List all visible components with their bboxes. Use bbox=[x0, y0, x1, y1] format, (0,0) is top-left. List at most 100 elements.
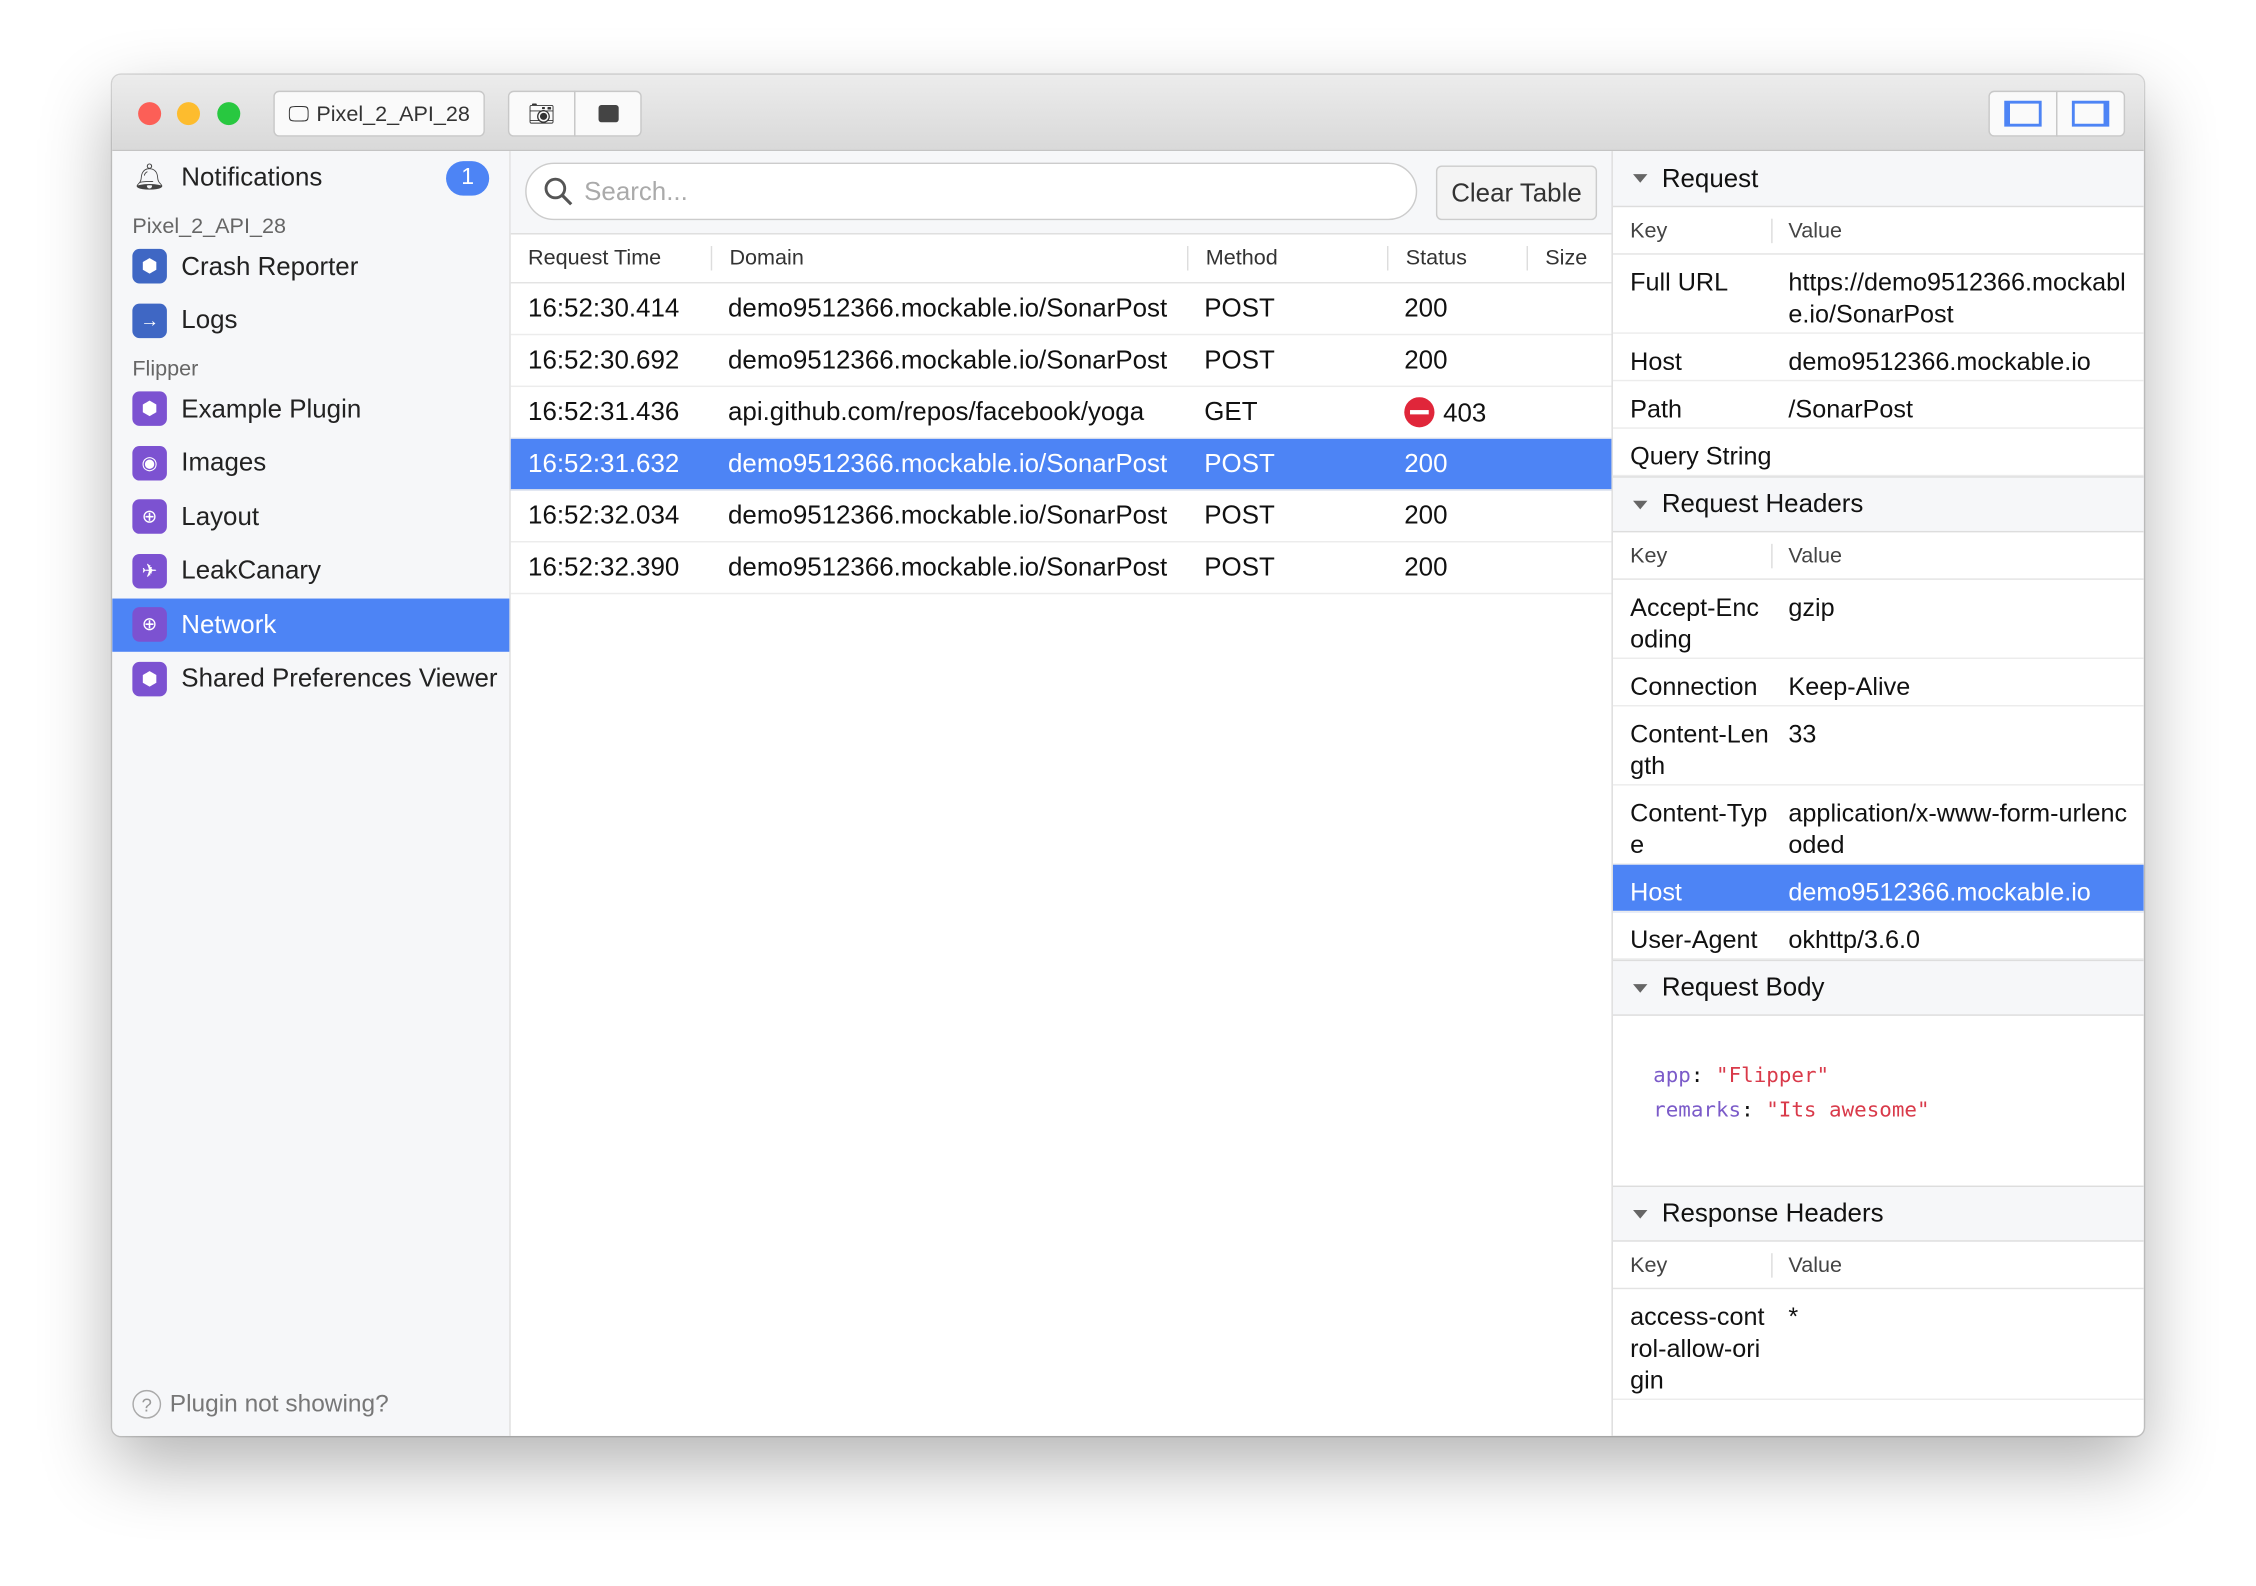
kv-row[interactable]: Host demo9512366.mockable.io bbox=[1612, 334, 2144, 382]
right-sidebar-icon bbox=[2071, 100, 2110, 127]
table-header: Request Time Domain Method Status Size bbox=[510, 235, 1612, 284]
section-request_headers[interactable]: Request Headers bbox=[1612, 476, 2144, 533]
cube-icon: ⬢ bbox=[132, 391, 167, 427]
request-details-panel: Request Key Value Full URL https://demo95123… bbox=[1611, 151, 2144, 1436]
globe-icon: ⊕ bbox=[132, 607, 167, 643]
sidebar-group-title: Flipper bbox=[132, 356, 199, 381]
section-response_headers[interactable]: Response Headers bbox=[1612, 1185, 2144, 1242]
column-header-size[interactable]: Size bbox=[1526, 246, 1612, 271]
kv-row[interactable]: Path/SonarPost bbox=[1612, 381, 2144, 429]
table-cell: demo9512366.mockable.io/SonarPost bbox=[728, 448, 1168, 478]
sidebar-item-leakcanary[interactable]: ✈ LeakCanary bbox=[112, 544, 509, 598]
search-input[interactable] bbox=[584, 176, 1390, 207]
sidebar-item-shared-preferences-viewer[interactable]: ⬢ Shared Preferences Viewer bbox=[112, 652, 509, 706]
sidebar-item-images[interactable]: ◉ Images bbox=[112, 436, 509, 490]
error-icon bbox=[1404, 396, 1435, 427]
toggle-right-sidebar-button[interactable] bbox=[2056, 90, 2126, 137]
table-row[interactable]: 16:52:30.692 demo9512366.mockable.io/Sona… bbox=[510, 335, 1612, 388]
plugin-not-showing-link[interactable]: ? Plugin not showing? bbox=[132, 1389, 389, 1419]
table-cell: demo9512366.mockable.io/SonarPost bbox=[728, 500, 1168, 530]
left-sidebar-icon bbox=[2004, 100, 2042, 127]
request-body: app: "Flipper" remarks: "Its awesome" bbox=[1653, 1064, 1930, 1123]
table-cell: 200 bbox=[1404, 552, 1448, 582]
table-cell: 200 bbox=[1404, 293, 1448, 323]
table-cell: 16:52:32.034 bbox=[528, 500, 680, 530]
sidebar-item-network[interactable]: ⊕ Network bbox=[112, 597, 510, 652]
sidebar-item-example-plugin[interactable]: ⬢ Example Plugin bbox=[112, 382, 509, 436]
table-row[interactable]: 16:52:31.632 demo9512366.mockable.io/Sona… bbox=[510, 438, 1612, 491]
search-icon bbox=[544, 177, 573, 206]
key-header: Key bbox=[1613, 217, 1773, 243]
column-header-method[interactable]: Method bbox=[1187, 246, 1387, 271]
clear-table-button[interactable]: Clear Table bbox=[1435, 165, 1598, 221]
kv-row[interactable]: access-control-allow-origin * bbox=[1612, 1289, 2144, 1400]
value-header: Value bbox=[1788, 1252, 1843, 1277]
table-cell: GET bbox=[1204, 397, 1258, 426]
search-field[interactable] bbox=[525, 162, 1418, 221]
sidebar-item-logs[interactable]: → Logs bbox=[112, 294, 509, 348]
camera-icon: 📷︎ bbox=[527, 102, 556, 127]
table-cell: 16:52:31.436 bbox=[528, 397, 680, 426]
notification-badge: 1 bbox=[446, 160, 490, 196]
monitor-icon: 🖵 bbox=[288, 101, 310, 126]
section-request-body[interactable]: Request Body bbox=[1612, 959, 2144, 1016]
key-header: Key bbox=[1613, 1252, 1773, 1277]
table-row[interactable]: 16:52:30.414 demo9512366.mockable.io/Sona… bbox=[510, 283, 1612, 336]
kv-row[interactable]: Host demo9512366.mockable.io bbox=[1612, 864, 2144, 913]
kv-row[interactable]: Content-Length 33 bbox=[1612, 706, 2144, 786]
table-cell: POST bbox=[1204, 552, 1275, 582]
device-selector[interactable]: 🖵 Pixel_2_API_28 bbox=[273, 90, 485, 137]
video-camera-icon bbox=[597, 105, 618, 123]
value-header: Value bbox=[1788, 217, 1843, 243]
table-row[interactable]: 16:52:32.034 demo9512366.mockable.io/Sona… bbox=[510, 491, 1612, 543]
toggle-left-sidebar-button[interactable] bbox=[1988, 90, 2058, 137]
table-cell: 16:52:30.692 bbox=[528, 345, 680, 375]
cube-icon: ⬢ bbox=[132, 249, 167, 284]
value-header: Value bbox=[1788, 543, 1843, 568]
kv-row[interactable]: Full URL https://demo9512366.mockable.io/… bbox=[1612, 255, 2144, 334]
table-cell: 16:52:31.632 bbox=[528, 448, 680, 478]
minimize-button[interactable] bbox=[176, 102, 200, 126]
flipper-window: 🖵 Pixel_2_API_28 📷︎ 🔔︎ Notifications 1 Pi… bbox=[112, 74, 2144, 1436]
table-cell: api.github.com/repos/facebook/yoga bbox=[728, 397, 1145, 426]
column-header-domain[interactable]: Domain bbox=[710, 246, 1187, 271]
target-icon: ⊕ bbox=[132, 499, 167, 535]
table-cell: 403 bbox=[1387, 396, 1527, 428]
sidebar: 🔔︎ Notifications 1 Pixel_2_API_28 ⬢ Crash … bbox=[112, 151, 511, 1436]
table-cell: 200 bbox=[1404, 448, 1448, 478]
zoom-button[interactable] bbox=[217, 102, 241, 126]
table-cell: 200 bbox=[1404, 500, 1448, 530]
table-row[interactable]: 16:52:32.390 demo9512366.mockable.io/Sona… bbox=[510, 542, 1612, 595]
kv-row[interactable]: Query String bbox=[1612, 429, 2144, 477]
bird-icon: ✈ bbox=[132, 553, 167, 589]
close-button[interactable] bbox=[138, 102, 162, 126]
table-cell: 200 bbox=[1404, 345, 1448, 375]
kv-row[interactable]: Connection Keep-Alive bbox=[1612, 659, 2144, 707]
table-cell: demo9512366.mockable.io/SonarPost bbox=[728, 345, 1168, 375]
table-row[interactable]: 16:52:31.436 api.github.com/repos/faceboo… bbox=[510, 387, 1612, 439]
titlebar: 🖵 Pixel_2_API_28 📷︎ bbox=[112, 74, 2144, 152]
caret-down-icon bbox=[1633, 983, 1648, 993]
table-cell: POST bbox=[1204, 293, 1275, 323]
table-cell: POST bbox=[1204, 345, 1275, 375]
cube-icon: ⬢ bbox=[132, 661, 167, 697]
kv-row[interactable]: User-Agent okhttp/3.6.0 bbox=[1612, 912, 2144, 960]
screenshot-button[interactable]: 📷︎ bbox=[507, 90, 576, 137]
column-header-status[interactable]: Status bbox=[1387, 246, 1527, 271]
key-header: Key bbox=[1613, 543, 1773, 568]
bell-icon: 🔔︎ bbox=[133, 162, 167, 192]
sidebar-item-notifications[interactable]: 🔔︎ Notifications 1 bbox=[112, 151, 509, 205]
section-request[interactable]: Request bbox=[1612, 151, 2144, 208]
kv-row[interactable]: Content-Type application/x-www-form-urlen… bbox=[1612, 786, 2144, 865]
caret-down-icon bbox=[1633, 499, 1648, 509]
sidebar-item-crash-reporter[interactable]: ⬢ Crash Reporter bbox=[112, 240, 509, 294]
sidebar-group-title: Pixel_2_API_28 bbox=[132, 213, 286, 239]
sidebar-item-layout[interactable]: ⊕ Layout bbox=[112, 490, 509, 544]
column-header-request-time[interactable]: Request Time bbox=[511, 246, 711, 270]
table-cell: POST bbox=[1204, 448, 1275, 478]
table-cell: demo9512366.mockable.io/SonarPost bbox=[728, 552, 1168, 582]
record-button[interactable] bbox=[574, 90, 642, 137]
table-cell: 16:52:32.390 bbox=[528, 552, 680, 582]
kv-row[interactable]: Accept-Encoding gzip bbox=[1612, 580, 2144, 659]
table-cell: demo9512366.mockable.io/SonarPost bbox=[728, 293, 1168, 323]
